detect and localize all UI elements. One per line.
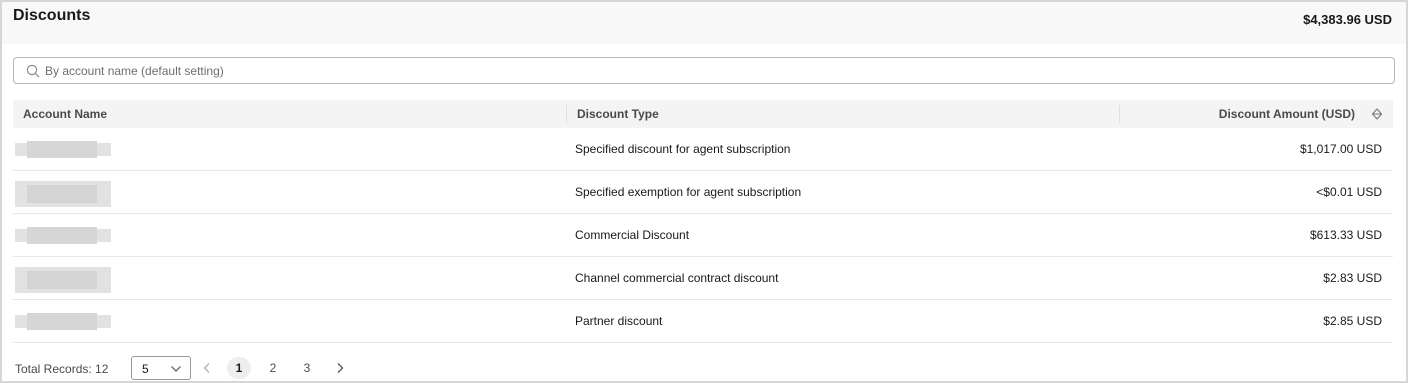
page-title: Discounts <box>13 7 91 24</box>
page-button-1[interactable]: 1 <box>227 357 251 379</box>
page-button-2[interactable]: 2 <box>261 357 285 379</box>
discount-amount: $1,017.00 USD <box>1299 142 1382 156</box>
discount-amount: $2.83 USD <box>1323 271 1382 285</box>
column-header-discount-amount[interactable]: Discount Amount (USD) <box>1219 100 1355 128</box>
redacted-account-name <box>15 265 119 295</box>
page-size-value: 5 <box>142 362 149 376</box>
table-header: Account Name Discount Type Discount Amou… <box>13 100 1393 128</box>
page-size-select[interactable]: 5 <box>131 356 191 380</box>
discount-amount: $2.85 USD <box>1323 314 1382 328</box>
discount-type: Commercial Discount <box>575 228 690 242</box>
discounts-table: Account Name Discount Type Discount Amou… <box>13 100 1393 343</box>
total-records: Total Records: 12 <box>15 362 109 376</box>
column-divider <box>1119 105 1120 123</box>
search-icon <box>26 64 40 78</box>
column-header-discount-type: Discount Type <box>577 107 659 121</box>
pagination-bar: Total Records: 12 5 1 2 3 <box>2 356 1406 382</box>
discount-type: Specified exemption for agent subscripti… <box>575 185 802 199</box>
table-row: Commercial Discount $613.33 USD <box>13 214 1393 257</box>
redacted-account-name <box>15 136 119 166</box>
page-button-3[interactable]: 3 <box>295 357 319 379</box>
table-row: Channel commercial contract discount $2.… <box>13 257 1393 300</box>
discount-amount: $613.33 USD <box>1309 228 1382 242</box>
column-divider <box>566 105 567 123</box>
discount-total: $4,383.96 USD <box>1303 12 1392 27</box>
next-page-button[interactable] <box>334 362 346 374</box>
column-header-account-name: Account Name <box>23 107 108 121</box>
table-row: Partner discount $2.85 USD <box>13 300 1393 343</box>
panel-header: Discounts $4,383.96 USD <box>2 2 1406 44</box>
discount-amount: <$0.01 USD <box>1316 185 1382 199</box>
previous-page-button[interactable] <box>201 362 213 374</box>
table-row: Specified discount for agent subscriptio… <box>13 128 1393 171</box>
redacted-account-name <box>15 222 119 252</box>
search-box[interactable] <box>13 57 1395 84</box>
discount-type: Specified discount for agent subscriptio… <box>575 142 791 156</box>
search-input[interactable] <box>45 61 1375 80</box>
discount-type: Channel commercial contract discount <box>575 271 779 285</box>
redacted-account-name <box>15 179 119 209</box>
table-row: Specified exemption for agent subscripti… <box>13 171 1393 214</box>
chevron-down-icon <box>171 366 181 372</box>
discounts-panel: Discounts $4,383.96 USD Account Name Dis… <box>0 0 1408 383</box>
sort-icon[interactable] <box>1370 107 1384 121</box>
redacted-account-name <box>15 308 119 338</box>
discount-type: Partner discount <box>575 314 663 328</box>
